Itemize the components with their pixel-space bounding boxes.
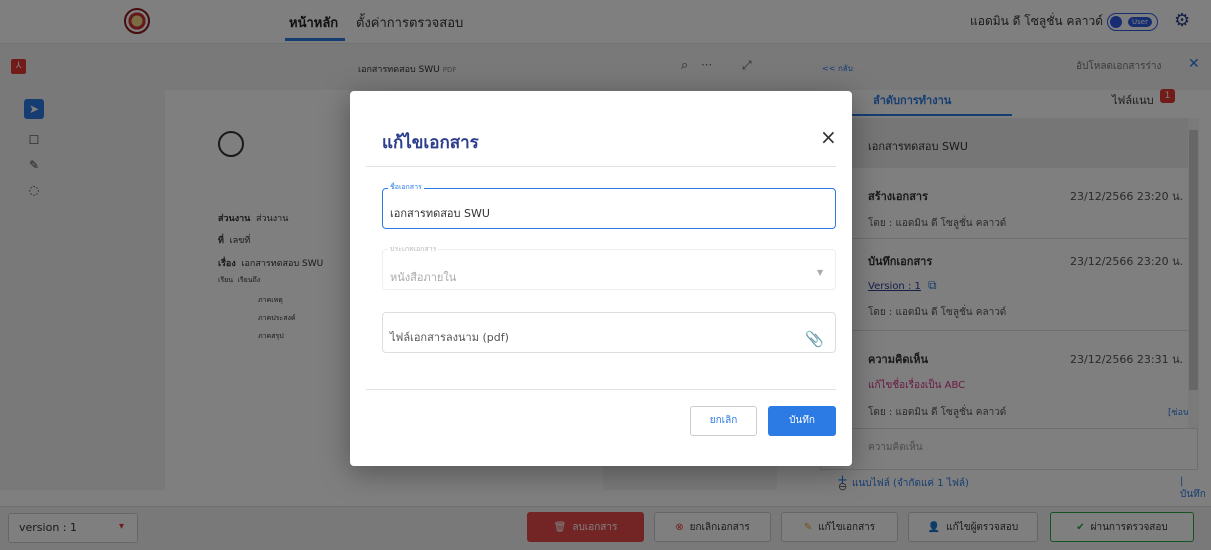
- document-type-value: หนังสือภายใน: [390, 271, 457, 284]
- save-button[interactable]: บันทึก: [768, 406, 836, 436]
- close-icon[interactable]: ×: [820, 125, 837, 149]
- signed-file-placeholder: ไฟล์เอกสารลงนาม (pdf): [390, 331, 509, 344]
- divider: [366, 166, 836, 167]
- document-name-label: ชื่อเอกสาร: [388, 182, 424, 193]
- paperclip-icon[interactable]: 📎: [805, 330, 824, 348]
- document-type-label: ประเภทเอกสาร: [388, 244, 439, 255]
- caret-down-icon: ▼: [817, 268, 824, 277]
- edit-document-dialog: แก้ไขเอกสาร × ชื่อเอกสาร เอกสารทดสอบ SWU…: [350, 91, 852, 466]
- divider: [366, 389, 836, 390]
- document-name-value: เอกสารทดสอบ SWU: [390, 207, 490, 220]
- dialog-title: แก้ไขเอกสาร: [382, 133, 479, 153]
- cancel-button[interactable]: ยกเลิก: [690, 406, 757, 436]
